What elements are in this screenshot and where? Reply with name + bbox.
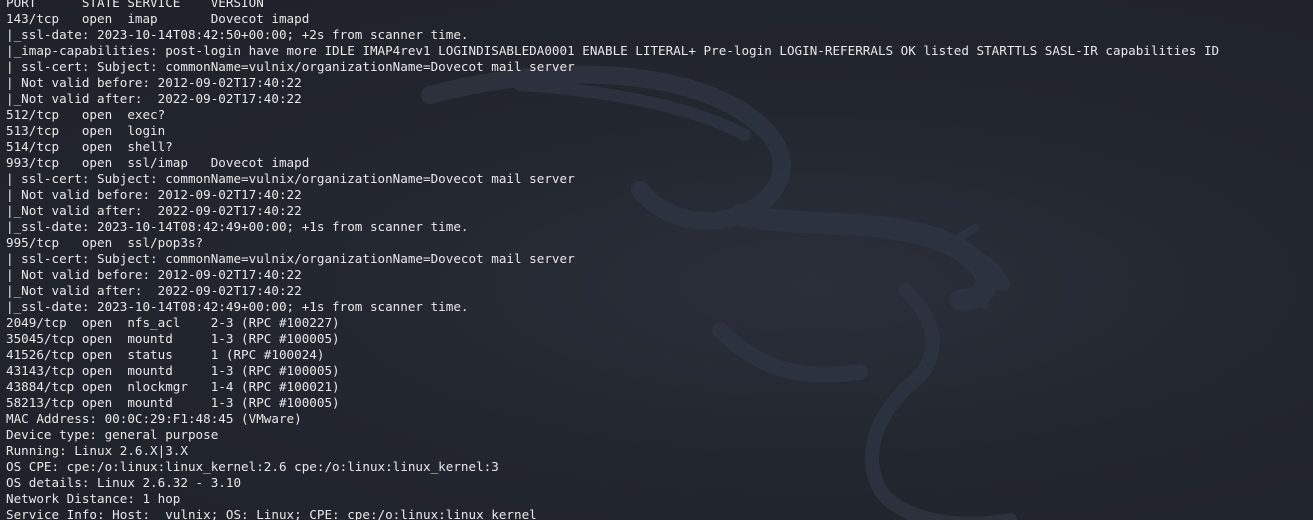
terminal-line: 143/tcp open imap Dovecot imapd xyxy=(6,11,310,26)
terminal-line: OS CPE: cpe:/o:linux:linux_kernel:2.6 cp… xyxy=(6,459,499,474)
terminal-line: 514/tcp open shell? xyxy=(6,139,173,154)
terminal-line: |_ssl-date: 2023-10-14T08:42:49+00:00; +… xyxy=(6,299,469,314)
terminal-window[interactable]: PORT STATE SERVICE VERSION 143/tcp open i… xyxy=(0,0,1313,520)
terminal-line: 41526/tcp open status 1 (RPC #100024) xyxy=(6,347,325,362)
terminal-line: 513/tcp open login xyxy=(6,123,166,138)
terminal-line: Running: Linux 2.6.X|3.X xyxy=(6,443,188,458)
terminal-line: 58213/tcp open mountd 1-3 (RPC #100005) xyxy=(6,395,340,410)
terminal-line: 512/tcp open exec? xyxy=(6,107,166,122)
terminal-line: | ssl-cert: Subject: commonName=vulnix/o… xyxy=(6,59,575,74)
terminal-line: Device type: general purpose xyxy=(6,427,219,442)
terminal-line: 993/tcp open ssl/imap Dovecot imapd xyxy=(6,155,310,170)
terminal-line: PORT STATE SERVICE VERSION xyxy=(6,0,264,10)
terminal-line: |_Not valid after: 2022-09-02T17:40:22 xyxy=(6,203,302,218)
terminal-line: |_ssl-date: 2023-10-14T08:42:50+00:00; +… xyxy=(6,27,469,42)
terminal-line: Network Distance: 1 hop xyxy=(6,491,181,506)
terminal-line: |_ssl-date: 2023-10-14T08:42:49+00:00; +… xyxy=(6,219,469,234)
terminal-line: 35045/tcp open mountd 1-3 (RPC #100005) xyxy=(6,331,340,346)
terminal-line: 43143/tcp open mountd 1-3 (RPC #100005) xyxy=(6,363,340,378)
terminal-line: | Not valid before: 2012-09-02T17:40:22 xyxy=(6,267,302,282)
terminal-line: | ssl-cert: Subject: commonName=vulnix/o… xyxy=(6,251,575,266)
terminal-line: 43884/tcp open nlockmgr 1-4 (RPC #100021… xyxy=(6,379,340,394)
terminal-line: OS details: Linux 2.6.32 - 3.10 xyxy=(6,475,242,490)
terminal-line: |_imap-capabilities: post-login have mor… xyxy=(6,43,1220,58)
terminal-line: 995/tcp open ssl/pop3s? xyxy=(6,235,204,250)
terminal-line: |_Not valid after: 2022-09-02T17:40:22 xyxy=(6,91,302,106)
terminal-line: | Not valid before: 2012-09-02T17:40:22 xyxy=(6,75,302,90)
terminal-output: PORT STATE SERVICE VERSION 143/tcp open i… xyxy=(6,0,1306,520)
terminal-line: 2049/tcp open nfs_acl 2-3 (RPC #100227) xyxy=(6,315,340,330)
terminal-line: | ssl-cert: Subject: commonName=vulnix/o… xyxy=(6,171,575,186)
terminal-line: |_Not valid after: 2022-09-02T17:40:22 xyxy=(6,283,302,298)
terminal-line: | Not valid before: 2012-09-02T17:40:22 xyxy=(6,187,302,202)
terminal-line: Service Info: Host: vulnix; OS: Linux; C… xyxy=(6,507,537,520)
terminal-line: MAC Address: 00:0C:29:F1:48:45 (VMware) xyxy=(6,411,302,426)
